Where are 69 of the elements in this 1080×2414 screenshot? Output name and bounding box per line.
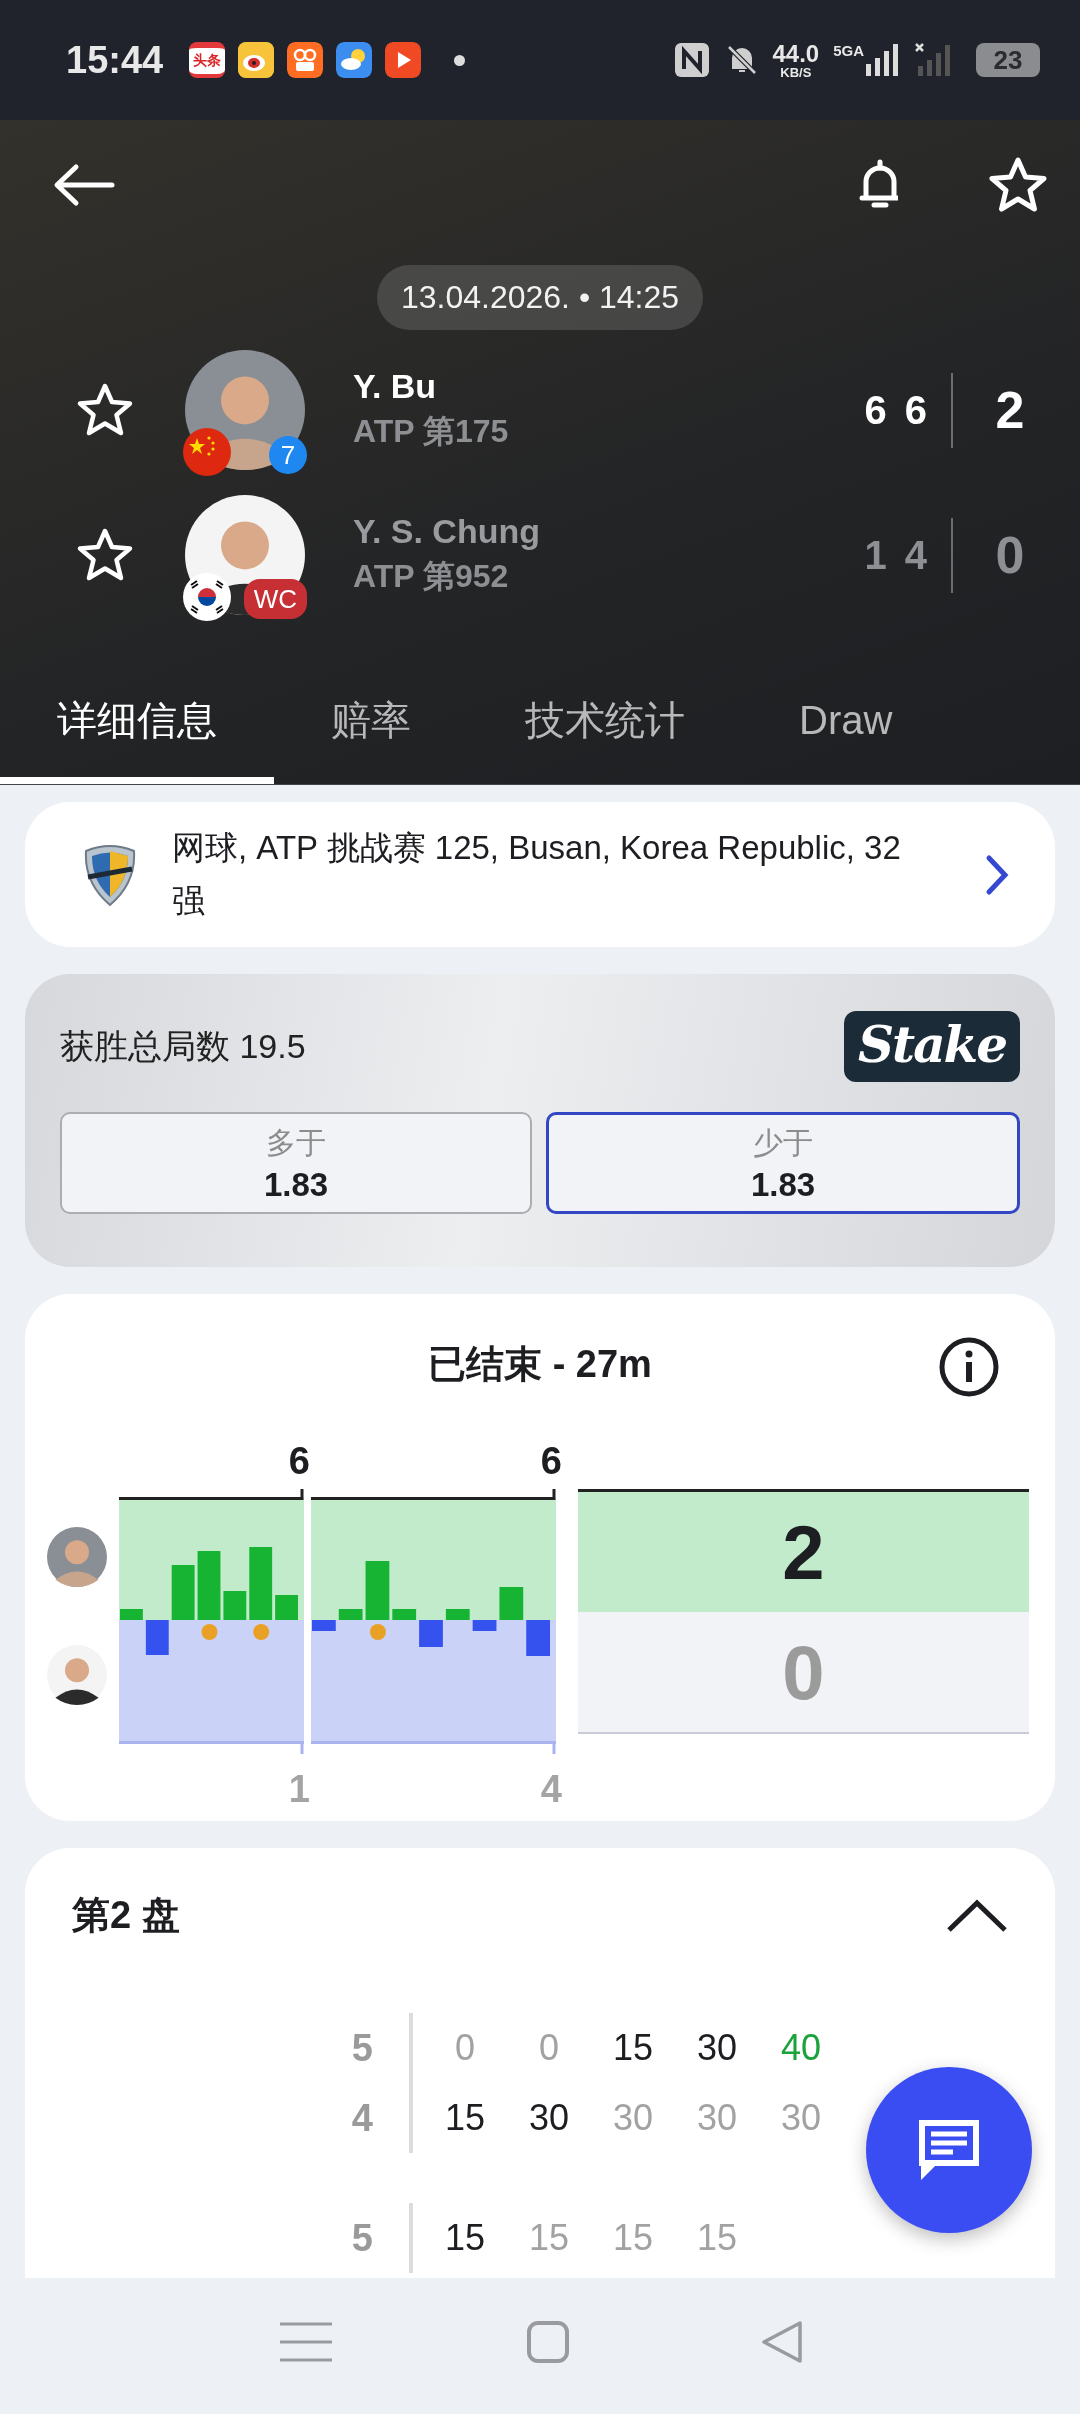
flag-icon [183, 573, 231, 621]
play-app-icon [385, 42, 422, 78]
network-type: 5GA [833, 42, 864, 59]
avatar [47, 1645, 107, 1705]
sets-won: 2 [578, 1492, 1029, 1612]
tab[interactable]: 技术统计 [468, 659, 742, 784]
tab[interactable]: Draw [742, 659, 950, 784]
set-games: 6 [539, 1439, 562, 1484]
seed-badge: 7 [269, 436, 307, 474]
nfc-icon [674, 42, 711, 78]
player-rank: ATP 第175 [353, 411, 510, 451]
sets-won: 2 [994, 380, 1026, 440]
point-score: 0 [538, 2027, 560, 2069]
game-score: 4 [351, 2096, 373, 2140]
wildcard-badge: WC [243, 579, 307, 619]
point-score: 0 [454, 2027, 476, 2069]
chevron-right-icon [984, 853, 1010, 896]
tournament-card[interactable]: 网球, ATP 挑战赛 125, Busan, Korea Republic, 32强 [25, 802, 1055, 947]
set-score: 6 [904, 387, 927, 433]
sets-won: 0 [578, 1612, 1029, 1734]
point-score: 30 [695, 2097, 738, 2139]
game-score: 5 [351, 2026, 373, 2070]
match-status: 已结束 - 27m [428, 1341, 652, 1387]
signal-icon [864, 42, 900, 78]
more-notifications-icon [454, 54, 466, 66]
set-score: 4 [904, 532, 927, 578]
news-app-icon: 头条 [189, 42, 226, 78]
favorite-button[interactable] [988, 156, 1048, 214]
network-speed-unit: KB/S [780, 65, 812, 79]
set-score: 6 [864, 387, 887, 433]
point-score: 40 [779, 2027, 822, 2069]
info-icon[interactable] [938, 1336, 1000, 1398]
tab[interactable]: 详细信息 [0, 659, 274, 784]
set-title: 第2 盘 [72, 1893, 180, 1938]
player-name: Y. Bu [353, 366, 438, 406]
set-games: 4 [539, 1767, 562, 1812]
flag-icon [183, 428, 231, 476]
odds-market: 获胜总局数 19.5 [60, 1025, 306, 1067]
camera-app-icon [287, 42, 324, 78]
battery-icon: 23 [976, 43, 1040, 77]
back-button[interactable] [52, 163, 116, 207]
weather-app-icon [336, 42, 373, 78]
odds-button[interactable]: 少于 1.83 [546, 1112, 1020, 1214]
point-score: 30 [695, 2027, 738, 2069]
set-score: 1 [864, 532, 887, 578]
player-rank: ATP 第952 [353, 556, 510, 596]
set-games: 1 [287, 1767, 310, 1812]
point-score: 15 [527, 2217, 570, 2259]
network-speed: 44.0 [772, 41, 820, 66]
eye-app-icon [238, 42, 275, 78]
match-date: 13.04.2026. • 14:25 [376, 265, 704, 330]
set-games: 6 [287, 1439, 310, 1484]
point-score: 15 [611, 2217, 654, 2259]
point-score: 30 [611, 2097, 654, 2139]
status-time: 15:44 [66, 38, 164, 82]
odds-button[interactable]: 多于 1.83 [60, 1112, 532, 1214]
tournament-name: 网球, ATP 挑战赛 125, Busan, Korea Republic, 32强 [172, 827, 902, 921]
sets-won: 0 [994, 525, 1026, 585]
point-score: 30 [779, 2097, 822, 2139]
point-score: 15 [443, 2097, 486, 2139]
tab[interactable]: 赔率 [274, 659, 468, 784]
game-score: 5 [351, 2216, 373, 2260]
player-name: Y. S. Chung [353, 511, 541, 551]
point-score: 15 [611, 2027, 654, 2069]
point-score: 15 [443, 2217, 486, 2259]
avatar [47, 1527, 107, 1587]
point-score: 30 [527, 2097, 570, 2139]
point-score: 15 [695, 2217, 738, 2259]
bookmaker-logo: Stake [843, 1011, 1020, 1082]
